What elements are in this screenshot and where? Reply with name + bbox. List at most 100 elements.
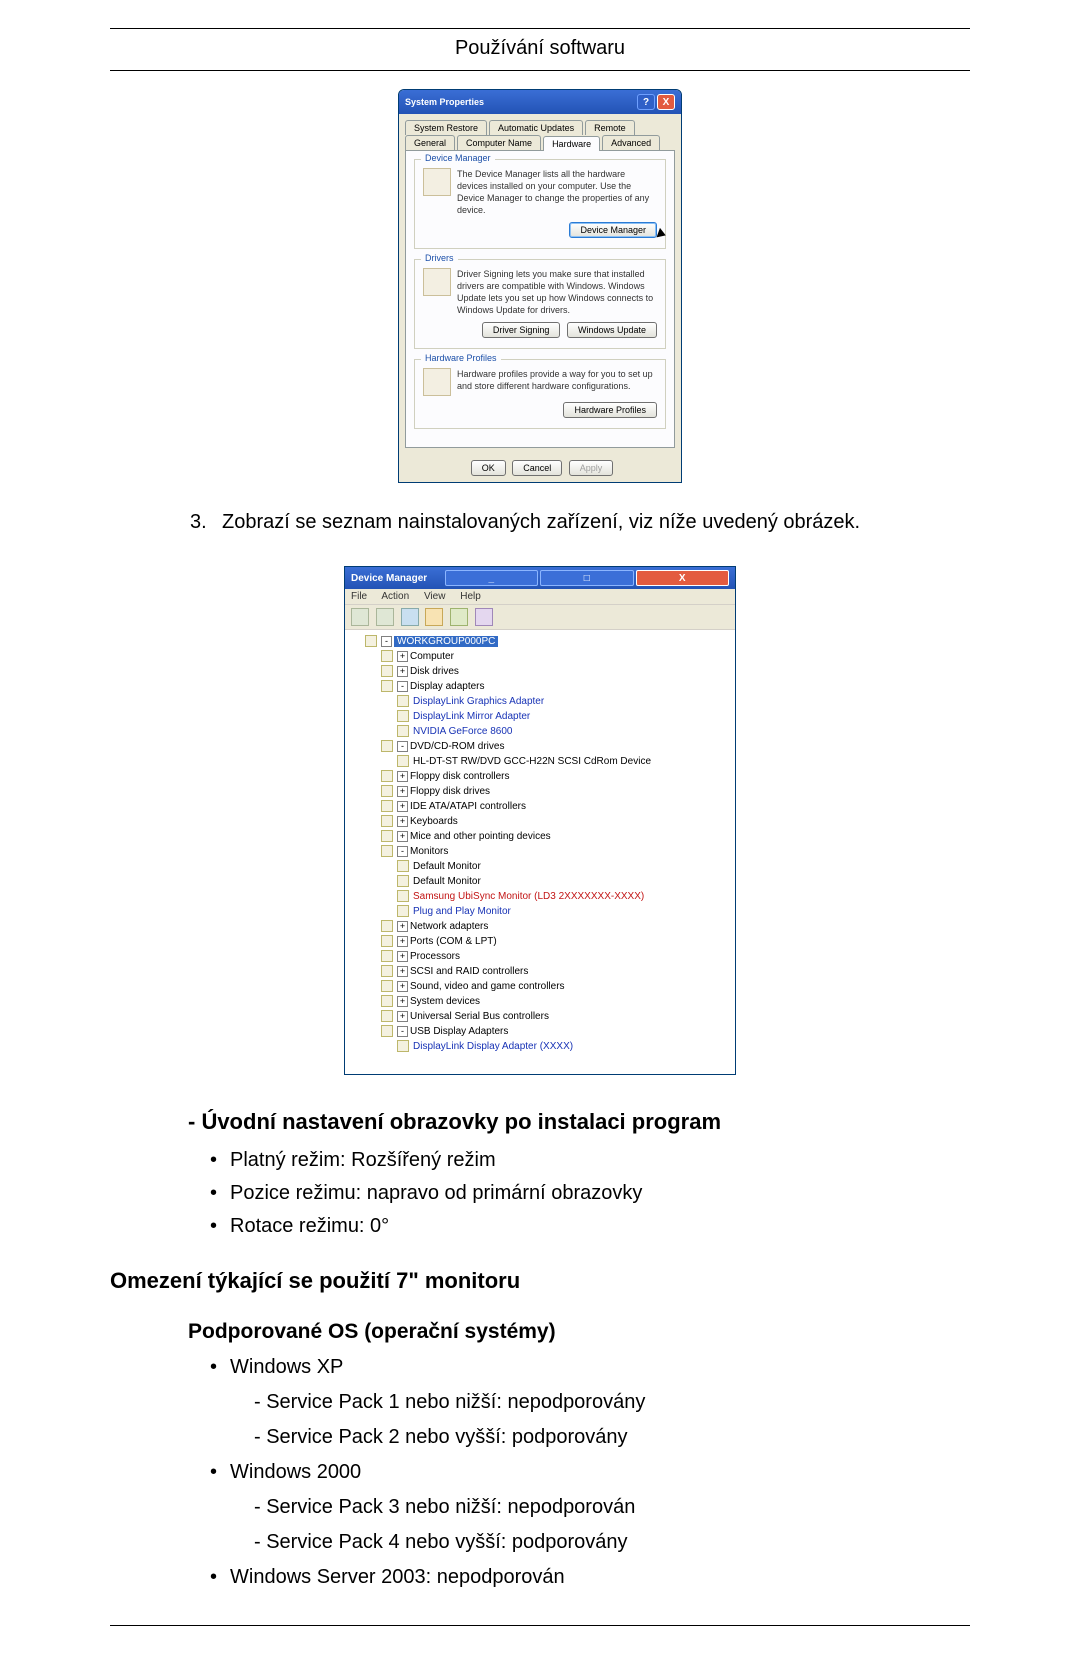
- device-manager-icon: [423, 168, 451, 196]
- device-manager-window: Device Manager _ □ X File Action View He…: [344, 566, 736, 1075]
- tree-leaf[interactable]: Samsung UbiSync Monitor (LD3 2XXXXXXX-XX…: [397, 889, 731, 904]
- group-legend: Device Manager: [421, 153, 495, 163]
- page-header: Používání softwaru: [110, 29, 970, 70]
- expander-icon[interactable]: +: [397, 786, 408, 797]
- heading-limitations: Omezení týkající se použití 7" monitoru: [110, 1268, 970, 1294]
- list-subitem: - Service Pack 1 nebo nižší: nepodporová…: [254, 1391, 970, 1414]
- list-item: Windows 2000- Service Pack 3 nebo nižší:…: [210, 1461, 970, 1554]
- expander-icon[interactable]: +: [397, 981, 408, 992]
- close-icon[interactable]: X: [657, 94, 675, 110]
- expander-icon[interactable]: +: [397, 996, 408, 1007]
- tab-automatic-updates[interactable]: Automatic Updates: [489, 120, 583, 135]
- expander-icon[interactable]: +: [397, 816, 408, 827]
- driver-signing-button[interactable]: Driver Signing: [482, 322, 561, 338]
- forward-icon[interactable]: [376, 608, 394, 626]
- expander-icon[interactable]: +: [397, 966, 408, 977]
- tree-leaf[interactable]: DisplayLink Mirror Adapter: [397, 709, 731, 724]
- tree-leaf[interactable]: Default Monitor: [397, 874, 731, 889]
- device-manager-button[interactable]: Device Manager: [569, 222, 657, 238]
- windows-update-button[interactable]: Windows Update: [567, 322, 657, 338]
- devmgr-menubar: File Action View Help: [345, 589, 735, 605]
- tree-node[interactable]: +Processors: [381, 949, 731, 964]
- tree-leaf[interactable]: DisplayLink Graphics Adapter: [397, 694, 731, 709]
- tree-leaf[interactable]: DisplayLink Display Adapter (XXXX): [397, 1039, 731, 1054]
- expander-icon[interactable]: -: [397, 1026, 408, 1037]
- expander-icon[interactable]: +: [397, 831, 408, 842]
- close-icon[interactable]: X: [636, 570, 730, 586]
- tab-remote[interactable]: Remote: [585, 120, 635, 135]
- minimize-icon[interactable]: _: [445, 570, 539, 586]
- list-item: Windows XP- Service Pack 1 nebo nižší: n…: [210, 1356, 970, 1449]
- ok-button[interactable]: OK: [471, 460, 506, 476]
- cancel-button[interactable]: Cancel: [512, 460, 562, 476]
- header-rule: [110, 70, 970, 71]
- devmgr-title: Device Manager: [351, 573, 443, 584]
- tree-node[interactable]: +Network adapters: [381, 919, 731, 934]
- heading-initial-settings: - Úvodní nastavení obrazovky po instalac…: [188, 1109, 970, 1135]
- list-subitem: - Service Pack 3 nebo nižší: nepodporová…: [254, 1496, 970, 1519]
- tab-system-restore[interactable]: System Restore: [405, 120, 487, 135]
- tree-node[interactable]: +Computer: [381, 649, 731, 664]
- expander-icon[interactable]: +: [397, 921, 408, 932]
- expander-icon[interactable]: +: [397, 936, 408, 947]
- dialog-title: System Properties: [405, 97, 635, 107]
- tree-node[interactable]: +Mice and other pointing devices: [381, 829, 731, 844]
- list-subitem: - Service Pack 4 nebo vyšší: podporovány: [254, 1531, 970, 1554]
- tree-node[interactable]: +Floppy disk drives: [381, 784, 731, 799]
- hardware-profiles-icon: [423, 368, 451, 396]
- expander-icon[interactable]: -: [397, 846, 408, 857]
- menu-action[interactable]: Action: [381, 591, 409, 602]
- list-item: Platný režim: Rozšířený režim: [210, 1149, 970, 1172]
- tree-node[interactable]: +Floppy disk controllers: [381, 769, 731, 784]
- tree-node[interactable]: -USB Display AdaptersDisplayLink Display…: [381, 1024, 731, 1054]
- properties-icon[interactable]: [475, 608, 493, 626]
- hardware-profiles-button[interactable]: Hardware Profiles: [563, 402, 657, 418]
- expander-icon[interactable]: -: [397, 681, 408, 692]
- heading-supported-os: Podporované OS (operační systémy): [188, 1320, 970, 1344]
- tree-root[interactable]: -WORKGROUP000PC +Computer+Disk drives-Di…: [365, 634, 731, 1054]
- menu-view[interactable]: View: [424, 591, 446, 602]
- tree-node[interactable]: +System devices: [381, 994, 731, 1009]
- expander-icon[interactable]: +: [397, 1011, 408, 1022]
- group-legend: Hardware Profiles: [421, 353, 501, 363]
- tree-node[interactable]: -DVD/CD-ROM drivesHL-DT-ST RW/DVD GCC-H2…: [381, 739, 731, 769]
- maximize-icon[interactable]: □: [540, 570, 634, 586]
- tab-row-2: General Computer Name Hardware Advanced: [405, 135, 675, 150]
- expander-icon[interactable]: +: [397, 666, 408, 677]
- apply-button[interactable]: Apply: [569, 460, 614, 476]
- help-icon[interactable]: ?: [637, 94, 655, 110]
- list-subitem: - Service Pack 2 nebo vyšší: podporovány: [254, 1426, 970, 1449]
- tree-node[interactable]: -MonitorsDefault MonitorDefault MonitorS…: [381, 844, 731, 919]
- back-icon[interactable]: [351, 608, 369, 626]
- tree-node[interactable]: -Display adaptersDisplayLink Graphics Ad…: [381, 679, 731, 739]
- tree-node[interactable]: +SCSI and RAID controllers: [381, 964, 731, 979]
- list-item: Rotace režimu: 0°: [210, 1215, 970, 1238]
- menu-help[interactable]: Help: [460, 591, 481, 602]
- tree-node[interactable]: +Keyboards: [381, 814, 731, 829]
- menu-file[interactable]: File: [351, 591, 367, 602]
- expander-icon[interactable]: +: [397, 771, 408, 782]
- tab-hardware[interactable]: Hardware: [543, 136, 600, 151]
- tree-node[interactable]: +IDE ATA/ATAPI controllers: [381, 799, 731, 814]
- expander-icon[interactable]: +: [397, 951, 408, 962]
- refresh-icon[interactable]: [450, 608, 468, 626]
- tab-computer-name[interactable]: Computer Name: [457, 135, 541, 150]
- expander-icon[interactable]: -: [397, 741, 408, 752]
- tree-node[interactable]: +Disk drives: [381, 664, 731, 679]
- pc-icon[interactable]: [401, 608, 419, 626]
- print-icon[interactable]: [425, 608, 443, 626]
- tree-node[interactable]: +Sound, video and game controllers: [381, 979, 731, 994]
- tab-advanced[interactable]: Advanced: [602, 135, 660, 150]
- drivers-text: Driver Signing lets you make sure that i…: [457, 268, 657, 316]
- device-tree: -WORKGROUP000PC +Computer+Disk drives-Di…: [345, 630, 735, 1074]
- list-item: Pozice režimu: napravo od primární obraz…: [210, 1182, 970, 1205]
- tree-leaf[interactable]: HL-DT-ST RW/DVD GCC-H22N SCSI CdRom Devi…: [397, 754, 731, 769]
- tree-leaf[interactable]: Default Monitor: [397, 859, 731, 874]
- tree-node[interactable]: +Universal Serial Bus controllers: [381, 1009, 731, 1024]
- expander-icon[interactable]: +: [397, 651, 408, 662]
- expander-icon[interactable]: +: [397, 801, 408, 812]
- tree-node[interactable]: +Ports (COM & LPT): [381, 934, 731, 949]
- tree-leaf[interactable]: Plug and Play Monitor: [397, 904, 731, 919]
- tab-general[interactable]: General: [405, 135, 455, 150]
- tree-leaf[interactable]: NVIDIA GeForce 8600: [397, 724, 731, 739]
